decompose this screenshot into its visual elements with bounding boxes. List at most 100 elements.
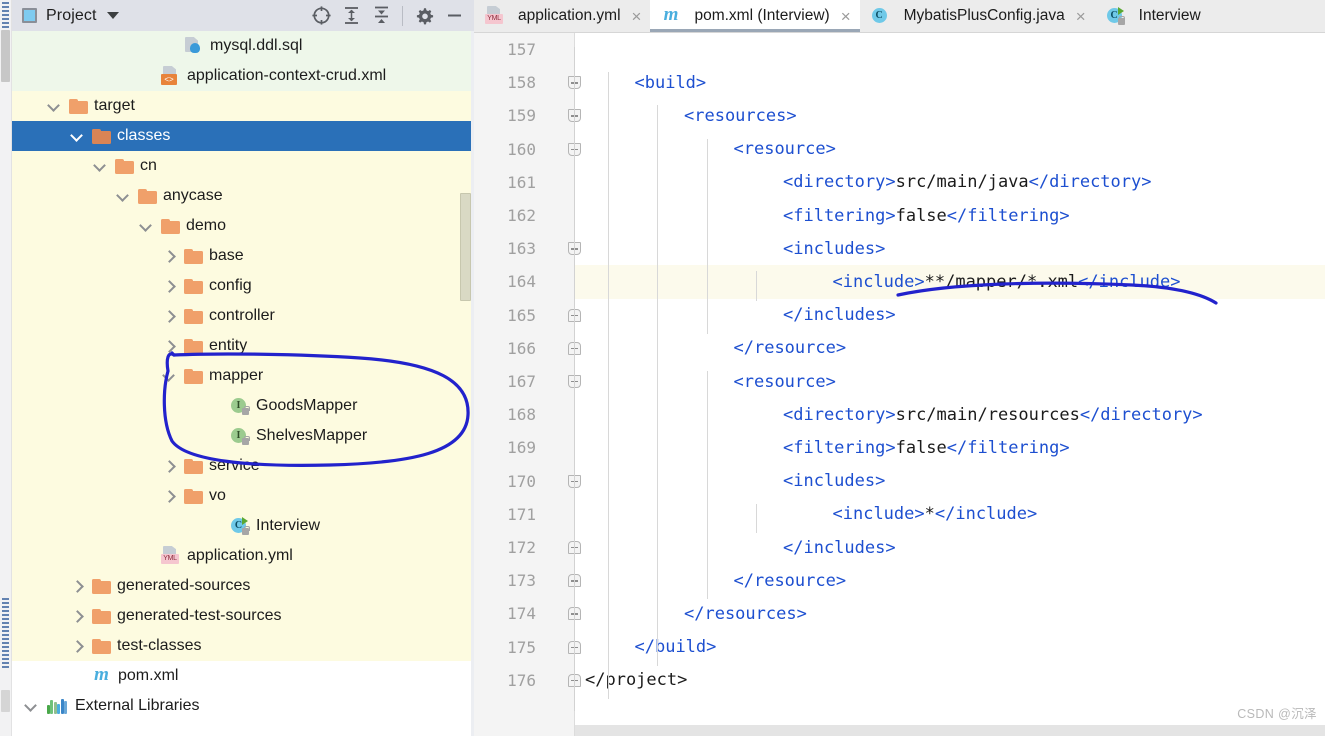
code-content[interactable]: <build> <resources> <resource> <directory> s… <box>575 33 1325 736</box>
tree-row[interactable]: Interview <box>12 511 474 541</box>
tree-row[interactable]: config <box>12 271 474 301</box>
chevron-right-icon[interactable] <box>161 308 177 324</box>
code-line[interactable]: </resource> <box>575 564 1325 597</box>
chevron-right-icon[interactable] <box>161 338 177 354</box>
gear-icon[interactable] <box>410 3 438 29</box>
collapse-all-icon[interactable] <box>367 3 395 29</box>
editor-tab-bar[interactable]: application.yml×pom.xml (Interview)×Myba… <box>474 0 1325 33</box>
line-number: 157 <box>474 33 574 66</box>
tree-row-label: service <box>209 457 260 474</box>
close-icon[interactable]: × <box>632 8 642 25</box>
line-number: 160 <box>474 133 574 166</box>
xml-text: src/main/java <box>895 172 1029 193</box>
code-line[interactable]: </resources> <box>575 597 1325 630</box>
editor-tab[interactable]: Interview <box>1094 0 1210 32</box>
editor-tab[interactable]: MybatisPlusConfig.java × <box>859 0 1095 32</box>
chevron-right-icon[interactable] <box>161 278 177 294</box>
editor-tab[interactable]: pom.xml (Interview) × <box>650 0 860 32</box>
tree-row[interactable]: application.yml <box>12 541 474 571</box>
code-line[interactable]: <includes> <box>575 232 1325 265</box>
code-line[interactable]: </project> <box>575 664 1325 697</box>
line-number-value: 159 <box>507 106 536 126</box>
locate-icon[interactable] <box>307 3 335 29</box>
line-number-value: 176 <box>507 670 536 690</box>
code-line[interactable]: </resource> <box>575 332 1325 365</box>
tree-row[interactable]: anycase <box>12 181 474 211</box>
tree-row[interactable]: External Libraries <box>12 691 474 721</box>
chevron-down-icon[interactable] <box>92 158 108 174</box>
xml-tag: <resource> <box>733 371 836 392</box>
tree-vertical-scrollbar-thumb[interactable] <box>460 193 471 301</box>
chevron-right-icon[interactable] <box>69 578 85 594</box>
code-line[interactable]: </includes> <box>575 531 1325 564</box>
chevron-right-icon[interactable] <box>69 638 85 654</box>
code-line[interactable]: <resources> <box>575 99 1325 132</box>
tree-row[interactable]: classes <box>12 121 474 151</box>
code-line[interactable]: <directory> src/main/java </directory> <box>575 166 1325 199</box>
lock-badge-icon <box>242 435 250 445</box>
tree-row[interactable]: generated-sources <box>12 571 474 601</box>
chevron-down-icon[interactable] <box>115 188 131 204</box>
chevron-down-icon[interactable] <box>23 698 39 714</box>
tree-row[interactable]: test-classes <box>12 631 474 661</box>
tree-row[interactable]: cn <box>12 151 474 181</box>
chevron-right-icon[interactable] <box>161 458 177 474</box>
code-line[interactable]: </includes> <box>575 299 1325 332</box>
indent-guide <box>706 371 708 600</box>
tree-row[interactable]: controller <box>12 301 474 331</box>
xml-tag: <includes> <box>783 238 886 259</box>
chevron-down-icon[interactable] <box>46 98 62 114</box>
expand-all-icon[interactable] <box>337 3 365 29</box>
code-line[interactable]: <directory> src/main/resources </directory… <box>575 398 1325 431</box>
close-icon[interactable]: × <box>841 8 851 25</box>
tree-row[interactable]: GoodsMapper <box>12 391 474 421</box>
tree-row[interactable]: ShelvesMapper <box>12 421 474 451</box>
chevron-down-icon[interactable] <box>69 128 85 144</box>
minimize-icon[interactable] <box>440 3 468 29</box>
line-number-value: 167 <box>507 372 536 392</box>
xml-tag: <filtering> <box>783 437 896 458</box>
tree-row[interactable]: generated-test-sources <box>12 601 474 631</box>
xml-text: * <box>924 504 935 525</box>
chevron-down-icon[interactable] <box>138 218 154 234</box>
xml-tag: </resource> <box>733 570 847 591</box>
tree-row[interactable]: demo <box>12 211 474 241</box>
code-line[interactable]: <build> <box>575 66 1325 99</box>
xml-tag: </include> <box>934 504 1038 525</box>
tree-row[interactable]: entity <box>12 331 474 361</box>
code-line[interactable]: </build> <box>575 631 1325 664</box>
code-line[interactable]: <resource> <box>575 365 1325 398</box>
line-number: 175 <box>474 631 574 664</box>
chevron-down-icon[interactable] <box>106 12 119 19</box>
tree-row[interactable]: mysql.ddl.sql <box>12 31 474 61</box>
tree-row[interactable]: service <box>12 451 474 481</box>
tree-row[interactable]: mapper <box>12 361 474 391</box>
chevron-right-icon[interactable] <box>161 488 177 504</box>
project-tree[interactable]: mysql.ddl.sql application-context-crud.xm… <box>12 31 474 736</box>
editor-gutter[interactable]: 157 158 159 160 161 162 163 164 165 166 167 168 169 1… <box>474 33 581 736</box>
code-line[interactable]: <includes> <box>575 465 1325 498</box>
tree-row[interactable]: application-context-crud.xml <box>12 61 474 91</box>
left-tool-strip[interactable] <box>0 0 12 736</box>
close-icon[interactable]: × <box>1076 8 1086 25</box>
tree-row[interactable]: base <box>12 241 474 271</box>
tool-strip-block <box>1 30 10 82</box>
chevron-down-icon[interactable] <box>161 368 177 384</box>
editor-tab[interactable]: application.yml × <box>474 0 651 32</box>
indent-guide <box>607 72 609 699</box>
code-line[interactable]: <filtering> false </filtering> <box>575 199 1325 232</box>
chevron-right-icon[interactable] <box>161 248 177 264</box>
code-line[interactable]: <include> * </include> <box>575 498 1325 531</box>
code-line[interactable]: <include> **/mapper/*.xml </include> <box>575 265 1325 299</box>
chevron-right-icon[interactable] <box>69 608 85 624</box>
code-line[interactable]: <resource> <box>575 133 1325 166</box>
code-line[interactable] <box>575 33 1325 66</box>
editor-horizontal-scrollbar[interactable] <box>575 725 1325 736</box>
yml-file-icon <box>485 7 505 25</box>
tree-row[interactable]: target <box>12 91 474 121</box>
tree-row-label: base <box>209 247 244 264</box>
code-line[interactable]: <filtering> false </filtering> <box>575 431 1325 464</box>
tree-row[interactable]: pom.xml <box>12 661 474 691</box>
line-number-value: 175 <box>507 637 536 657</box>
tree-row[interactable]: vo <box>12 481 474 511</box>
